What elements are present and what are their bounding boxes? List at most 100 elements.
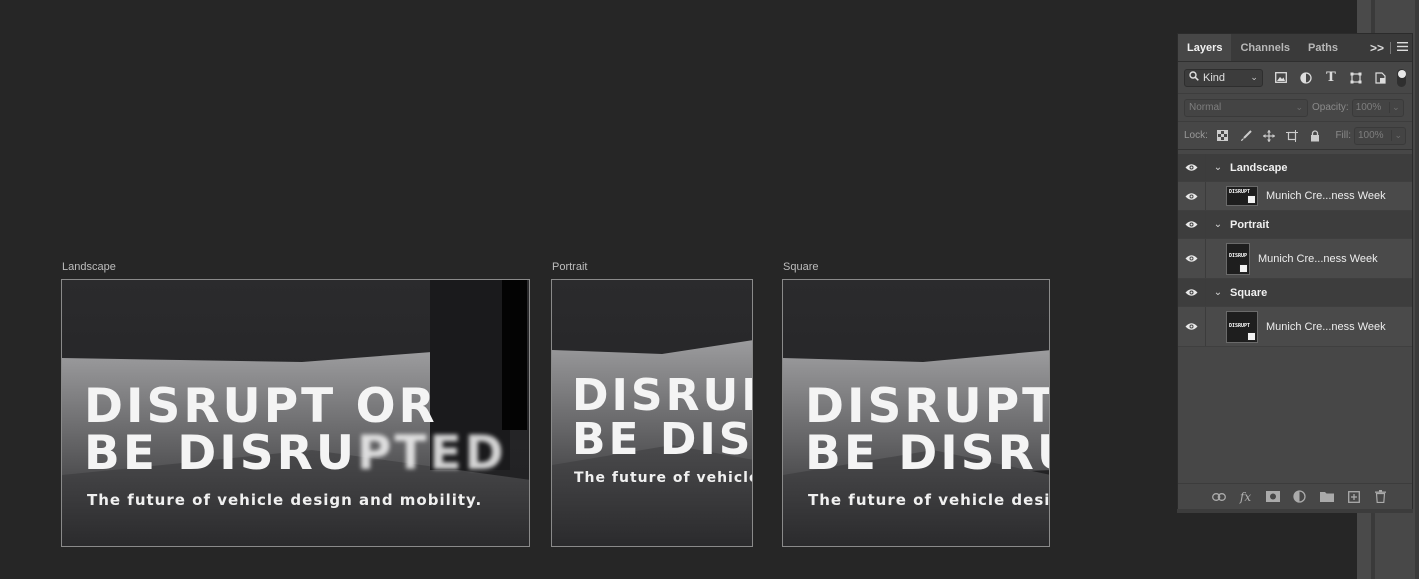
new-layer-icon[interactable] — [1346, 489, 1361, 504]
layer-item-portrait[interactable]: DISRUP Munich Cre...ness Week — [1178, 239, 1412, 279]
smart-object-badge-icon — [1247, 331, 1256, 341]
fill-field[interactable]: 100% ⌄ — [1354, 126, 1406, 145]
tab-channels[interactable]: Channels — [1231, 34, 1299, 61]
eye-icon[interactable] — [1178, 154, 1206, 181]
adjustment-layer-filter-icon[interactable] — [1298, 70, 1314, 86]
portrait-headline-line-1: DISRUP — [572, 370, 752, 421]
opacity-field[interactable]: 100% ⌄ — [1351, 98, 1404, 117]
search-icon — [1189, 71, 1199, 84]
chevron-down-icon[interactable]: ⌄ — [1389, 102, 1400, 113]
layer-group-square[interactable]: ⌄ Square — [1178, 279, 1412, 307]
document-canvas[interactable]: Landscape DISRUPT OR BE DISRUPTED The fu… — [0, 0, 1176, 579]
artboard-label-landscape[interactable]: Landscape — [62, 261, 116, 273]
layer-thumbnail: DISRUPT — [1226, 310, 1258, 343]
square-headline-line-1: DISRUPT — [805, 379, 1050, 434]
fill-value: 100% — [1358, 130, 1384, 141]
mask-icon[interactable] — [1265, 489, 1280, 504]
trash-icon[interactable] — [1373, 489, 1388, 504]
lock-artboard-icon[interactable] — [1285, 129, 1299, 143]
artboard-label-portrait[interactable]: Portrait — [552, 261, 587, 273]
smart-object-filter-icon[interactable] — [1373, 70, 1389, 86]
kind-filter-select[interactable]: Kind ⌄ — [1184, 68, 1263, 87]
chevron-down-icon: ⌄ — [1295, 102, 1303, 112]
eye-icon[interactable] — [1178, 211, 1206, 238]
layers-list: ⌄ Landscape DISRUPT Munich Cre...ness We… — [1178, 154, 1412, 347]
pixel-layer-filter-icon[interactable] — [1273, 70, 1289, 86]
smart-object-badge-icon — [1239, 263, 1248, 273]
square-subline: The future of vehicle desig — [808, 491, 1050, 509]
chevron-down-icon: ⌄ — [1250, 72, 1258, 82]
lock-row: Lock: Fill: 100% ⌄ — [1178, 122, 1412, 150]
layer-name[interactable]: Munich Cre...ness Week — [1266, 190, 1386, 202]
eye-icon[interactable] — [1178, 307, 1206, 346]
square-headline-line-2: BE DISRU — [805, 426, 1049, 481]
group-name: Portrait — [1230, 218, 1270, 231]
lock-transparent-pixels-icon[interactable] — [1216, 129, 1230, 143]
artboard-square[interactable]: DISRUPT BE DISRU The future of vehicle d… — [782, 279, 1050, 547]
smart-object-badge-icon — [1247, 195, 1256, 204]
blend-row: Normal ⌄ Opacity: 100% ⌄ — [1178, 94, 1412, 122]
layer-group-landscape[interactable]: ⌄ Landscape — [1178, 154, 1412, 182]
tab-layers[interactable]: Layers — [1178, 34, 1232, 61]
blend-mode-select[interactable]: Normal ⌄ — [1184, 98, 1308, 117]
lock-label: Lock: — [1184, 130, 1208, 141]
layers-panel-footer: fx — [1178, 483, 1412, 509]
panel-tab-tools: >> — [1370, 34, 1408, 62]
panel-resize-handle[interactable] — [1177, 509, 1413, 513]
artboard-label-square[interactable]: Square — [783, 261, 818, 273]
panel-tab-bar: Layers Channels Paths >> — [1178, 34, 1412, 62]
filter-type-icons: T — [1273, 70, 1389, 86]
chevron-down-icon[interactable]: ⌄ — [1210, 287, 1226, 298]
group-name: Landscape — [1230, 161, 1288, 174]
blend-mode-value: Normal — [1189, 102, 1222, 113]
layer-thumbnail: DISRUPT — [1226, 186, 1258, 206]
landscape-headline-line-1: DISRUPT OR — [84, 379, 438, 434]
eye-icon[interactable] — [1178, 182, 1206, 210]
tab-divider — [1390, 42, 1391, 54]
artboard-portrait[interactable]: DISRUP BE DISF The future of vehicle d — [551, 279, 753, 547]
layer-item-square[interactable]: DISRUPT Munich Cre...ness Week — [1178, 307, 1412, 347]
layer-filter-row: Kind ⌄ T — [1178, 62, 1412, 94]
eye-icon[interactable] — [1178, 239, 1206, 278]
chevron-down-icon[interactable]: ⌄ — [1210, 219, 1226, 230]
layer-item-landscape[interactable]: DISRUPT Munich Cre...ness Week — [1178, 182, 1412, 211]
link-icon[interactable] — [1211, 489, 1226, 504]
landscape-subline: The future of vehicle design and mobilit… — [87, 491, 483, 509]
tab-paths[interactable]: Paths — [1299, 34, 1347, 61]
filter-toggle-switch[interactable] — [1396, 68, 1406, 87]
landscape-headline-line-2-text: BE DISRU — [84, 426, 357, 481]
landscape-headline: DISRUPT OR BE DISRUPTED — [84, 383, 507, 477]
chevron-down-icon[interactable]: ⌄ — [1391, 130, 1402, 141]
portrait-headline-line-2: BE DISF — [572, 414, 753, 465]
lock-image-pixels-icon[interactable] — [1239, 129, 1253, 143]
layer-name[interactable]: Munich Cre...ness Week — [1258, 253, 1378, 265]
square-headline: DISRUPT BE DISRU — [805, 379, 1050, 481]
hamburger-menu-icon[interactable] — [1397, 42, 1408, 54]
landscape-headline-line-2: BE DISRUPTED — [84, 430, 507, 477]
type-layer-filter-icon[interactable]: T — [1323, 70, 1339, 86]
shape-layer-filter-icon[interactable] — [1348, 70, 1364, 86]
fill-label: Fill: — [1335, 130, 1351, 141]
landscape-headline-blur-text: PTED — [357, 426, 507, 481]
lock-icons — [1216, 129, 1322, 143]
folder-icon[interactable] — [1319, 489, 1334, 504]
layer-thumbnail: DISRUP — [1226, 242, 1250, 275]
artboard-landscape[interactable]: DISRUPT OR BE DISRUPTED The future of ve… — [61, 279, 530, 547]
layer-group-portrait[interactable]: ⌄ Portrait — [1178, 211, 1412, 239]
fx-icon[interactable]: fx — [1238, 489, 1253, 504]
eye-icon[interactable] — [1178, 279, 1206, 306]
group-name: Square — [1230, 286, 1268, 299]
opacity-label: Opacity: — [1312, 102, 1349, 113]
portrait-headline: DISRUP BE DISF — [572, 370, 753, 465]
chevron-down-icon[interactable]: ⌄ — [1210, 162, 1226, 173]
thumbnail-text: DISRUP — [1229, 252, 1248, 259]
double-chevron-right-icon[interactable]: >> — [1370, 41, 1384, 55]
opacity-value: 100% — [1355, 102, 1382, 113]
lock-all-icon[interactable] — [1308, 129, 1322, 143]
lock-position-icon[interactable] — [1262, 129, 1276, 143]
adjustment-icon[interactable] — [1292, 489, 1307, 504]
layer-name[interactable]: Munich Cre...ness Week — [1266, 321, 1386, 333]
thumbnail-text: DISRUPT — [1229, 322, 1251, 329]
layers-panel: Layers Channels Paths >> Kind ⌄ T Normal… — [1177, 33, 1413, 510]
kind-filter-label: Kind — [1203, 71, 1226, 84]
